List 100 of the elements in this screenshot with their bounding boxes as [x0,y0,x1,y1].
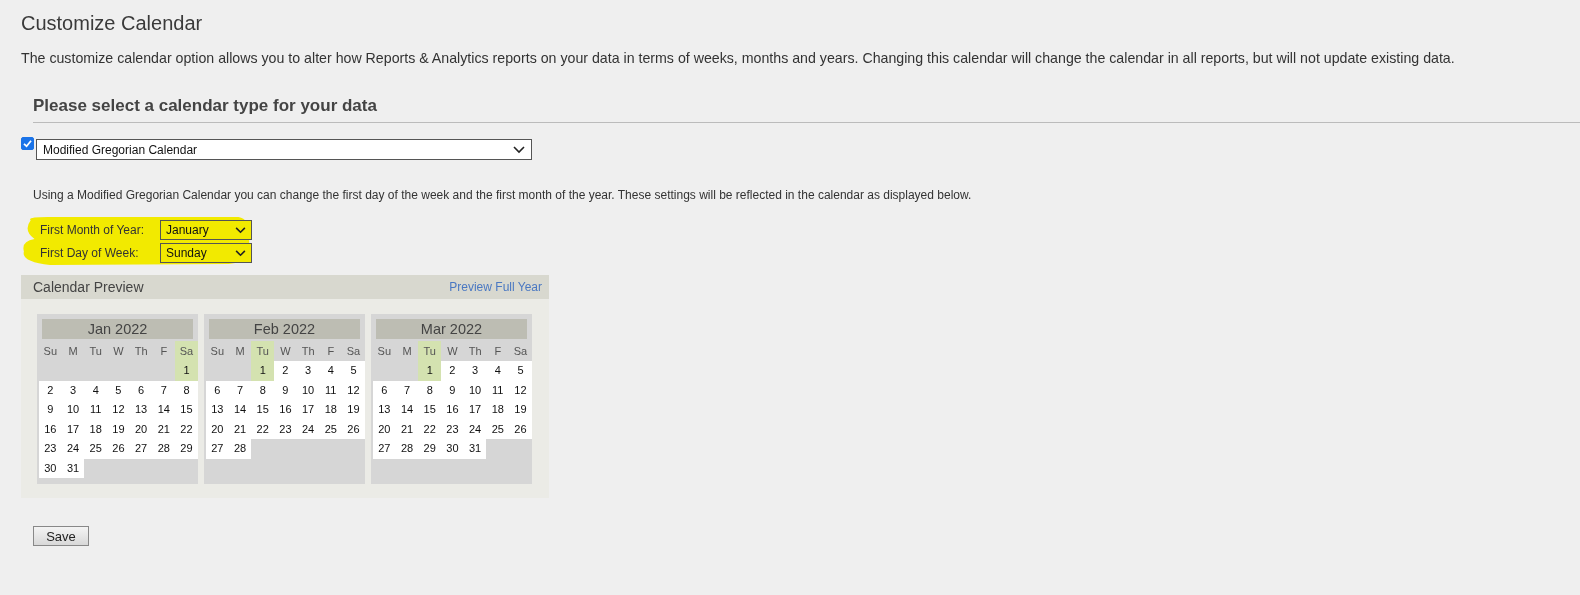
day-cell[interactable]: 22 [175,419,198,439]
day-cell[interactable]: 27 [206,439,229,459]
day-cell[interactable]: 9 [274,380,297,400]
day-cell[interactable]: 23 [274,419,297,439]
month-title: Feb 2022 [209,319,360,339]
day-cell[interactable]: 26 [342,419,365,439]
day-cell[interactable]: 2 [441,361,464,381]
day-cell[interactable]: 10 [61,400,85,420]
day-cell[interactable]: 15 [418,400,442,420]
day-cell[interactable]: 12 [509,380,532,400]
day-cell[interactable]: 17 [296,400,320,420]
day-cell[interactable]: 1 [251,361,275,381]
day-cell[interactable]: 5 [509,361,532,381]
day-cell[interactable]: 18 [319,400,343,420]
day-cell[interactable]: 27 [129,439,153,459]
day-cell[interactable]: 6 [206,380,229,400]
checkbox[interactable] [21,137,34,150]
month-title: Jan 2022 [42,319,193,339]
setting-dropdown[interactable]: January [160,220,252,240]
day-cell[interactable]: 5 [342,361,365,381]
chevron-down-icon [235,226,246,234]
day-cell[interactable]: 27 [373,439,396,459]
weekday-label: Su [42,344,59,359]
day-cell[interactable]: 2 [274,361,297,381]
day-cell[interactable]: 7 [228,380,252,400]
weekday-label: Su [209,344,226,359]
day-cell[interactable]: 4 [486,361,510,381]
day-cell[interactable]: 26 [107,439,130,459]
day-cell[interactable]: 19 [342,400,365,420]
page-title: Customize Calendar [21,12,204,35]
day-cell[interactable]: 6 [129,380,153,400]
day-cell[interactable]: 16 [441,400,464,420]
weekday-label: W [112,344,125,359]
day-cell[interactable]: 29 [418,439,442,459]
save-button[interactable]: Save [33,526,89,546]
weekday-label: M [401,344,413,359]
day-cell[interactable]: 20 [206,419,229,439]
day-cell[interactable]: 23 [39,439,62,459]
day-cell[interactable]: 28 [395,439,419,459]
day-cell[interactable]: 16 [39,419,62,439]
weekday-label: Th [133,344,149,359]
day-cell[interactable]: 1 [418,361,442,381]
day-cell[interactable]: 13 [206,400,229,420]
day-cell[interactable]: 6 [373,380,396,400]
day-cell[interactable]: 8 [175,380,198,400]
weekday-label: Sa [175,341,198,361]
day-cell[interactable]: 14 [152,400,176,420]
day-cell[interactable]: 30 [39,458,62,478]
day-cell[interactable]: 13 [373,400,396,420]
day-cell[interactable]: 7 [395,380,419,400]
weekday-label: W [446,344,459,359]
day-cell[interactable]: 20 [373,419,396,439]
day-cell[interactable]: 14 [395,400,419,420]
day-cell[interactable]: 12 [342,380,365,400]
chevron-down-icon [513,145,525,154]
day-cell[interactable]: 2 [39,380,62,400]
day-cell[interactable]: 3 [61,380,85,400]
weekday-label: Su [376,344,393,359]
chevron-down-icon [235,249,246,257]
day-cell[interactable]: 28 [228,439,252,459]
day-cell[interactable]: 25 [84,439,108,459]
weekday-label: M [234,344,246,359]
weekday-label: Tu [418,341,442,361]
day-cell[interactable]: 7 [152,380,176,400]
day-cell[interactable]: 3 [296,361,320,381]
day-cell[interactable]: 1 [175,361,198,381]
weekday-label: W [279,344,292,359]
day-cell[interactable]: 19 [509,400,532,420]
day-cell[interactable]: 11 [84,400,108,420]
day-cell[interactable]: 5 [107,380,130,400]
note-text: Using a Modified Gregorian Calendar you can change the first day of the week and the first month of the year. These settings will be reflected in the calendar as displayed below. [33,188,973,202]
weekday-label: Sa [345,344,362,359]
weekday-label: Tu [251,341,275,361]
day-cell[interactable]: 4 [84,380,108,400]
day-cell[interactable]: 29 [175,439,198,459]
calendar-type-dropdown[interactable]: Modified Gregorian Calendar [36,139,532,160]
day-cell[interactable]: 23 [441,419,464,439]
day-cell[interactable]: 13 [129,400,153,420]
day-cell[interactable]: 30 [441,439,464,459]
day-cell[interactable]: 9 [39,400,62,420]
day-cell[interactable]: 12 [107,400,130,420]
day-cell[interactable]: 24 [61,439,85,459]
day-cell[interactable]: 19 [107,419,130,439]
day-cell[interactable]: 26 [509,419,532,439]
day-cell[interactable]: 14 [228,400,252,420]
day-cell[interactable]: 31 [463,439,487,459]
day-cell[interactable]: 16 [274,400,297,420]
day-cell[interactable]: 3 [463,361,487,381]
weekday-label: Sa [512,344,529,359]
day-cell[interactable]: 17 [463,400,487,420]
section-heading: Please select a calendar type for your data [33,96,1580,123]
setting-dropdown[interactable]: Sunday [160,243,252,263]
weekday-label: F [159,344,169,359]
day-cell[interactable]: 9 [441,380,464,400]
day-cell[interactable]: 4 [319,361,343,381]
day-cell[interactable]: 18 [486,400,510,420]
description: The customize calendar option allows you to alter how Reports & Analytics reports on your data in terms of weeks, months and years. Changing this calendar will change the calendar in all reports, but will not update existing data. [21,50,1456,66]
day-cell[interactable]: 15 [175,400,198,420]
day-cell[interactable]: 15 [251,400,275,420]
day-cell[interactable]: 28 [152,439,176,459]
